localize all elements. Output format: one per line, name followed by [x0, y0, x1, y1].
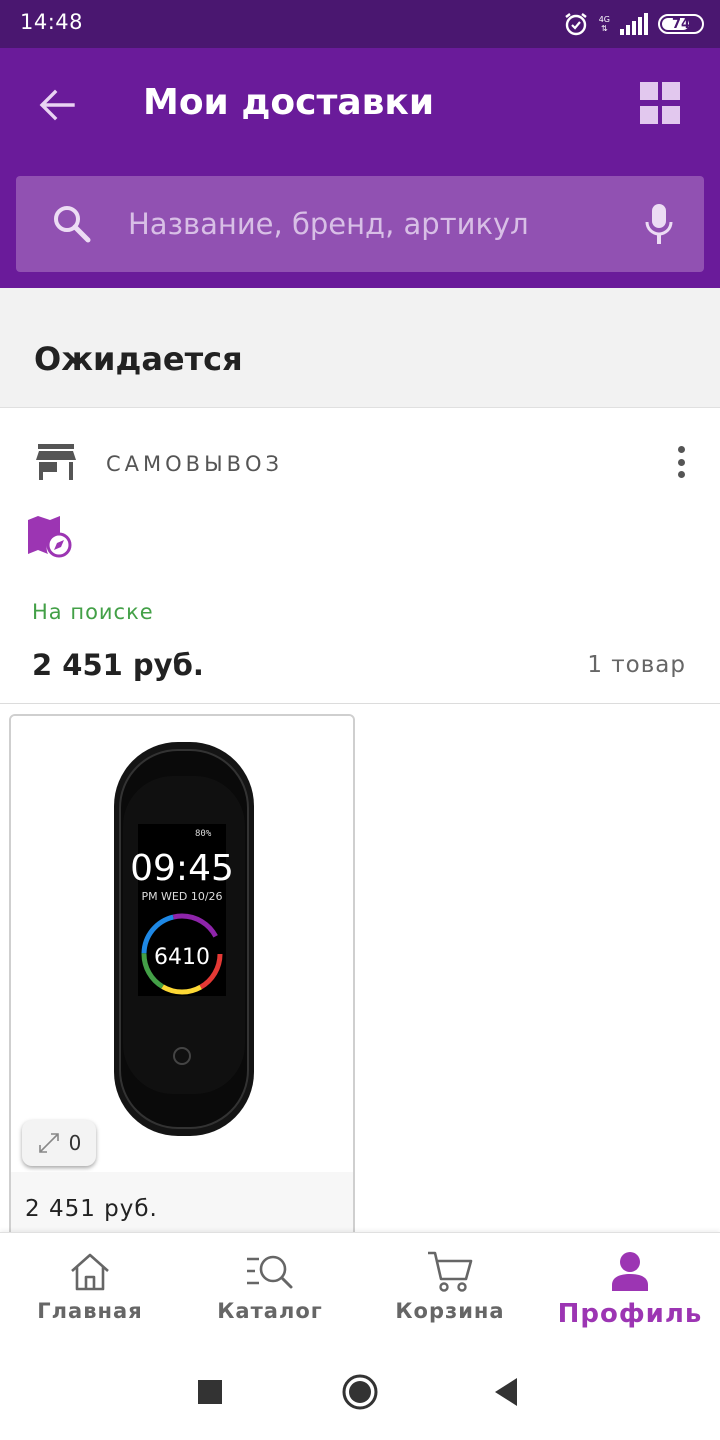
back-system-button[interactable]	[482, 1368, 530, 1416]
search-icon[interactable]	[52, 204, 92, 244]
search-bar[interactable]	[16, 176, 704, 272]
nav-label-catalog: Каталог	[217, 1299, 323, 1323]
product-image[interactable]: 80% 09:45 PM WED 10/26 6410	[11, 716, 353, 1172]
more-dot	[677, 458, 685, 466]
page-title: Мои доставки	[143, 82, 435, 123]
product-price: 2 451 руб.	[25, 1196, 158, 1222]
home-icon	[71, 1253, 109, 1291]
data-arrows-icon: ⇅	[601, 24, 608, 33]
watch-steps-text: 6410	[154, 945, 210, 970]
section-title: Ожидается	[34, 340, 243, 378]
watch-battery-text: 80%	[195, 829, 212, 839]
cart-icon	[428, 1251, 473, 1292]
product-card[interactable]: 80% 09:45 PM WED 10/26 6410 0 2 451 руб.	[9, 714, 355, 1254]
profile-icon	[612, 1252, 648, 1291]
more-dot	[677, 446, 685, 453]
bottom-navigation: Главная Каталог Корзина Профиль	[0, 1232, 720, 1344]
network-type-label: 4G	[598, 15, 610, 24]
signal-icon	[620, 13, 648, 35]
back-button[interactable]	[30, 78, 84, 132]
order-item-count: 1 товар	[587, 652, 686, 678]
watch-time-text: 09:45	[130, 848, 234, 889]
nav-label-cart: Корзина	[395, 1299, 505, 1323]
catalog-search-icon	[247, 1255, 293, 1289]
nav-item-catalog[interactable]: Каталог	[180, 1233, 360, 1344]
alarm-icon	[564, 13, 587, 36]
delivery-type: САМОВЫВОЗ	[106, 452, 284, 476]
battery-icon: 74	[658, 14, 704, 34]
zoom-count: 0	[68, 1131, 82, 1155]
watch-date-text: PM WED 10/26	[141, 890, 222, 903]
home-system-button[interactable]	[336, 1368, 384, 1416]
nav-item-cart[interactable]: Корзина	[360, 1233, 540, 1344]
store-icon	[36, 444, 76, 480]
order-total: 2 451 руб.	[32, 648, 204, 682]
status-bar: 14:48 4G ⇅ 74	[0, 0, 720, 48]
arrow-back-icon	[39, 89, 75, 121]
grid-icon-tile	[640, 106, 658, 124]
order-status: На поиске	[32, 600, 154, 624]
nav-item-profile[interactable]: Профиль	[540, 1233, 720, 1344]
grid-icon-tile	[640, 82, 658, 100]
grid-icon-tile	[662, 82, 680, 100]
square-icon	[198, 1380, 222, 1404]
nav-label-profile: Профиль	[557, 1299, 703, 1329]
nav-item-home[interactable]: Главная	[0, 1233, 180, 1344]
map-compass-icon[interactable]	[26, 514, 74, 560]
triangle-back-icon	[495, 1378, 517, 1406]
more-options-button[interactable]	[666, 442, 696, 482]
system-navigation-bar	[0, 1344, 720, 1440]
status-time: 14:48	[20, 10, 84, 34]
grid-view-button[interactable]	[640, 82, 684, 126]
more-dot	[677, 471, 685, 478]
network-indicator: 4G ⇅	[599, 15, 610, 33]
zoom-count-badge[interactable]: 0	[22, 1120, 96, 1166]
section-header: Ожидается	[0, 288, 720, 408]
battery-level: 74	[671, 16, 691, 32]
circle-home-icon	[342, 1374, 378, 1410]
grid-icon-tile	[662, 106, 680, 124]
search-input[interactable]	[128, 200, 608, 248]
order-card[interactable]: САМОВЫВОЗ На поиске 2 451 руб. 1 товар	[0, 408, 720, 704]
status-icons: 4G ⇅ 74	[563, 10, 704, 38]
nav-label-home: Главная	[37, 1299, 143, 1323]
recent-apps-button[interactable]	[186, 1368, 234, 1416]
microphone-icon[interactable]	[644, 202, 674, 246]
app-header: Мои доставки	[0, 48, 720, 288]
expand-icon	[38, 1133, 59, 1153]
